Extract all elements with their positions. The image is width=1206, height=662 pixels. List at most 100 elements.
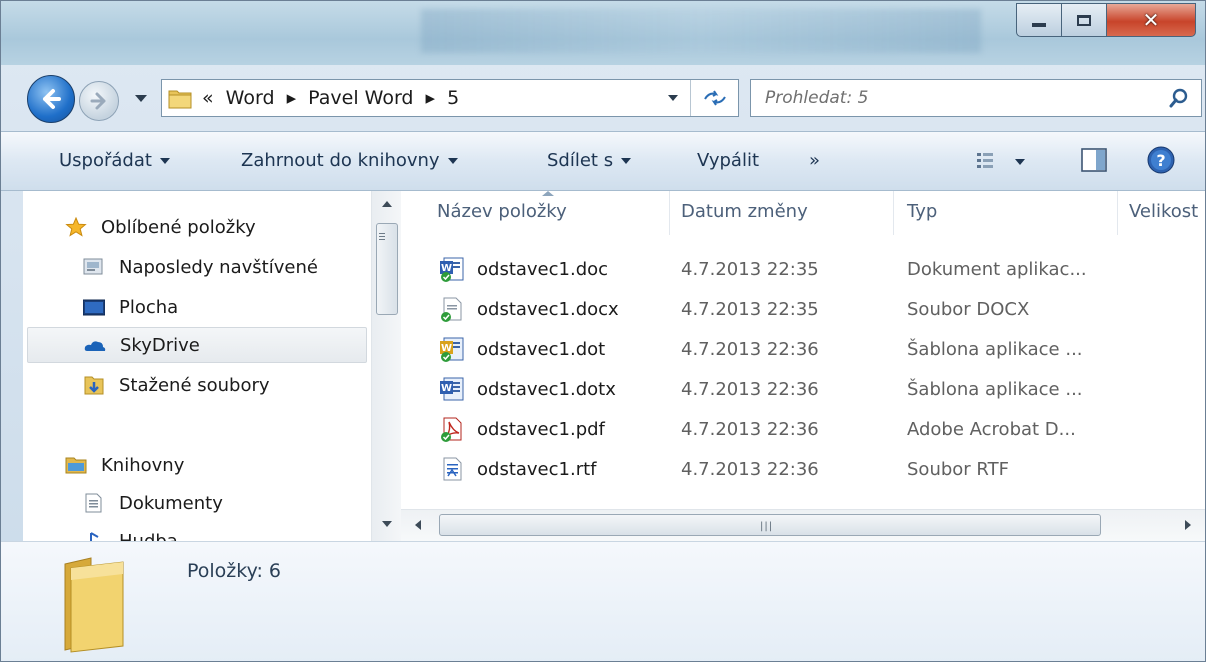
breadcrumb-word[interactable]: Word <box>226 87 275 109</box>
search-icon[interactable] <box>1169 88 1189 108</box>
nav-item-documents[interactable]: Dokumenty <box>27 485 367 521</box>
file-list: Název položky Datum změny Typ Velikost W… <box>401 191 1205 509</box>
breadcrumb-separator[interactable]: ▸ <box>426 87 436 109</box>
column-header-size[interactable]: Velikost <box>1129 201 1198 222</box>
breadcrumb: « Word ▸ Pavel Word ▸ 5 <box>202 87 465 109</box>
column-divider[interactable] <box>669 191 670 235</box>
docx-file-icon <box>441 297 462 322</box>
address-dropdown[interactable] <box>668 95 678 101</box>
back-button[interactable] <box>27 75 75 123</box>
title-bar[interactable]: ✕ <box>1 1 1205 65</box>
view-list-icon <box>977 153 1025 168</box>
maximize-icon <box>1077 14 1091 26</box>
file-type: Soubor DOCX <box>907 299 1030 320</box>
include-in-library-label: Zahrnout do knihovny <box>241 150 440 171</box>
breadcrumb-separator[interactable]: ▸ <box>287 87 297 109</box>
file-date: 4.7.2013 22:35 <box>681 259 819 280</box>
file-date: 4.7.2013 22:36 <box>681 379 819 400</box>
nav-label: Naposledy navštívené <box>119 256 318 278</box>
file-name: odstavec1.rtf <box>477 459 597 480</box>
chevron-down-icon <box>159 158 170 164</box>
breadcrumb-5[interactable]: 5 <box>447 87 459 109</box>
file-row[interactable]: odstavec1.rtf 4.7.2013 22:36 Soubor RTF <box>431 449 1201 489</box>
change-view-button[interactable] <box>977 152 1029 176</box>
organize-label: Uspořádat <box>59 150 152 171</box>
downloads-icon <box>84 376 104 395</box>
column-header-type[interactable]: Typ <box>907 201 937 222</box>
burn-button[interactable]: Vypálit <box>697 150 759 171</box>
file-row[interactable]: odstavec1.docx 4.7.2013 22:35 Soubor DOC… <box>431 289 1201 329</box>
refresh-button[interactable] <box>690 80 739 116</box>
arrow-left-icon <box>43 89 61 109</box>
file-row[interactable]: odstavec1.pdf 4.7.2013 22:36 Adobe Acrob… <box>431 409 1201 449</box>
help-button[interactable]: ? <box>1147 146 1175 178</box>
file-row[interactable]: W odstavec1.dot 4.7.2013 22:36 Šablona a… <box>431 329 1201 369</box>
scrollbar-thumb[interactable] <box>376 223 398 315</box>
refresh-icon <box>704 90 726 106</box>
file-list-horizontal-scrollbar[interactable]: ||| <box>401 509 1205 541</box>
folder-icon <box>168 90 192 109</box>
nav-item-music[interactable]: Hudba <box>27 523 367 541</box>
scroll-left-icon[interactable] <box>415 520 421 530</box>
scroll-down-icon[interactable] <box>382 521 392 527</box>
forward-button[interactable] <box>79 81 119 121</box>
nav-label: Knihovny <box>101 454 185 476</box>
word-template-icon: W <box>440 337 464 362</box>
recent-locations-dropdown[interactable] <box>135 95 147 102</box>
nav-item-libraries[interactable]: Knihovny <box>27 447 367 483</box>
address-bar[interactable]: « Word ▸ Pavel Word ▸ 5 <box>161 79 739 117</box>
file-name: odstavec1.dotx <box>477 379 616 400</box>
grip-icon <box>379 233 385 234</box>
nav-label: Oblíbené položky <box>101 216 256 238</box>
preview-pane-button[interactable] <box>1081 148 1107 176</box>
more-commands-label: » <box>809 150 821 171</box>
breadcrumb-pavel-word[interactable]: Pavel Word <box>308 87 413 109</box>
maximize-button[interactable] <box>1061 3 1107 37</box>
close-icon: ✕ <box>1142 8 1160 32</box>
search-input[interactable]: Prohledat: 5 <box>765 88 868 108</box>
scroll-up-icon[interactable] <box>382 201 392 207</box>
navigation-pane-scrollbar[interactable] <box>371 191 401 541</box>
include-in-library-button[interactable]: Zahrnout do knihovny <box>241 150 458 171</box>
minimize-button[interactable] <box>1016 3 1062 37</box>
column-header-date[interactable]: Datum změny <box>681 201 808 222</box>
file-row[interactable]: W odstavec1.dotx 4.7.2013 22:36 Šablona … <box>431 369 1201 409</box>
svg-text:W: W <box>441 383 452 394</box>
file-date: 4.7.2013 22:36 <box>681 419 819 440</box>
nav-item-skydrive[interactable]: SkyDrive <box>27 327 367 363</box>
explorer-window: ✕ « Word ▸ Pavel Word ▸ 5 Prohledat: 5 U… <box>0 0 1206 662</box>
share-with-button[interactable]: Sdílet s <box>547 150 632 171</box>
help-icon: ? <box>1147 146 1175 174</box>
scroll-right-icon[interactable] <box>1185 520 1191 530</box>
preview-pane-icon <box>1081 148 1107 172</box>
nav-item-favorites[interactable]: Oblíbené položky <box>27 209 367 245</box>
breadcrumb-overflow[interactable]: « <box>202 87 214 109</box>
scrollbar-thumb[interactable]: ||| <box>439 514 1101 536</box>
sort-ascending-icon <box>542 191 554 196</box>
burn-label: Vypálit <box>697 150 759 171</box>
column-divider[interactable] <box>1117 191 1118 235</box>
organize-button[interactable]: Uspořádat <box>59 150 170 171</box>
file-row[interactable]: W odstavec1.doc 4.7.2013 22:35 Dokument … <box>431 249 1201 289</box>
file-name: odstavec1.doc <box>477 259 609 280</box>
column-header-name[interactable]: Název položky <box>437 201 567 222</box>
nav-label: Stažené soubory <box>119 374 270 396</box>
file-date: 4.7.2013 22:36 <box>681 459 819 480</box>
documents-icon <box>85 493 102 513</box>
file-type: Šablona aplikace ... <box>907 379 1083 400</box>
column-divider[interactable] <box>893 191 894 235</box>
file-type: Soubor RTF <box>907 459 1009 480</box>
word-doc-icon: W <box>440 257 464 282</box>
details-pane: Položky: 6 <box>1 541 1205 661</box>
close-button[interactable]: ✕ <box>1106 3 1196 37</box>
search-box[interactable]: Prohledat: 5 <box>750 79 1202 117</box>
command-bar: Uspořádat Zahrnout do knihovny Sdílet s … <box>1 131 1205 191</box>
file-type: Dokument aplikac... <box>907 259 1087 280</box>
desktop-icon <box>83 299 105 316</box>
more-commands-button[interactable]: » <box>809 150 820 171</box>
nav-item-desktop[interactable]: Plocha <box>27 289 367 325</box>
item-count: Položky: 6 <box>187 560 281 582</box>
nav-item-downloads[interactable]: Stažené soubory <box>27 367 367 403</box>
nav-item-recent-places[interactable]: Naposledy navštívené <box>27 249 367 285</box>
file-date: 4.7.2013 22:35 <box>681 299 819 320</box>
